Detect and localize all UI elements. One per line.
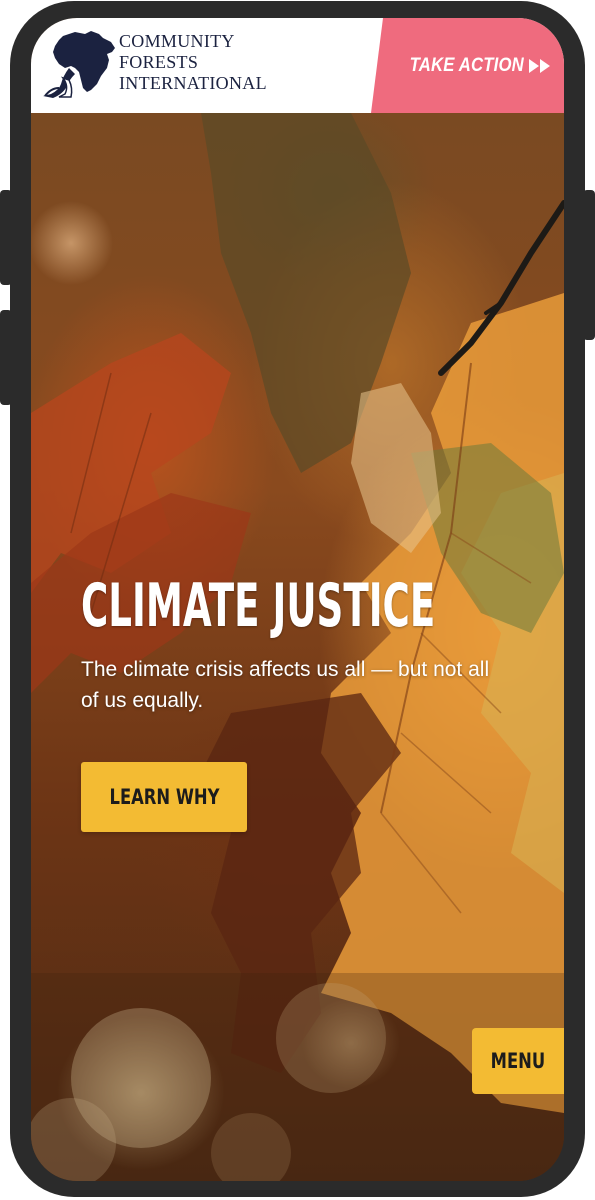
hero-title: CLIMATE JUSTICE: [81, 571, 436, 641]
hero-background-image: [31, 113, 564, 1181]
menu-button[interactable]: MENU: [472, 1028, 564, 1094]
hero-subtitle: The climate crisis affects us all — but …: [81, 658, 490, 712]
double-chevron-right-icon: [529, 58, 551, 73]
phone-screen: COMMUNITY FORESTS INTERNATIONAL TAKE ACT…: [31, 18, 564, 1181]
logo-line-2: FORESTS: [119, 52, 199, 72]
logo-line-1: COMMUNITY: [119, 31, 235, 51]
autumn-leaves-photo: [31, 113, 564, 1181]
take-action-label: TAKE ACTION: [409, 54, 524, 76]
logo-wordmark[interactable]: COMMUNITY FORESTS INTERNATIONAL: [119, 31, 267, 94]
learn-why-button[interactable]: LEARN WHY: [81, 762, 247, 832]
take-action-button[interactable]: TAKE ACTION: [371, 18, 564, 113]
learn-why-label: LEARN WHY: [109, 785, 219, 809]
africa-map-tree-logo-icon[interactable]: [41, 28, 117, 98]
logo-line-3: INTERNATIONAL: [119, 73, 267, 93]
site-header: COMMUNITY FORESTS INTERNATIONAL TAKE ACT…: [31, 18, 564, 113]
menu-label: MENU: [490, 1049, 546, 1073]
